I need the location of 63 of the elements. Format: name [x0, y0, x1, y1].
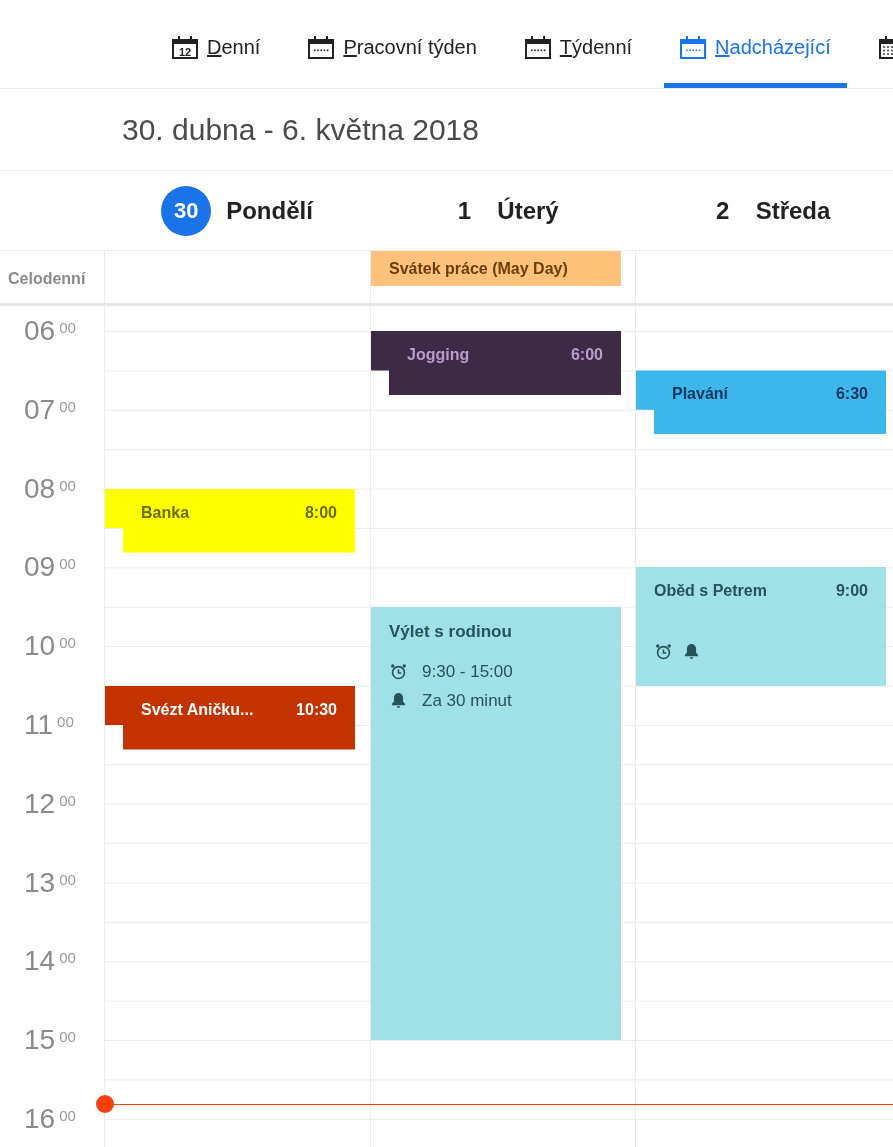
- hour-label: 06: [24, 314, 56, 348]
- all-day-label: Celodenní: [8, 270, 86, 288]
- view-tab[interactable]: Nadcházející: [664, 0, 847, 88]
- day-name: Pondělí: [226, 196, 313, 225]
- event-title: Jogging: [407, 345, 470, 365]
- minute-label: 00: [59, 791, 76, 810]
- minute-label: 00: [59, 397, 76, 416]
- hour-label: 13: [24, 865, 56, 900]
- hour-label: 12: [24, 786, 56, 821]
- minute-label: 00: [59, 1028, 76, 1047]
- minute-label: 00: [59, 870, 76, 889]
- event-title: Svézt Aničku...: [141, 699, 254, 720]
- hour-label: 10: [24, 629, 56, 664]
- calendar-event[interactable]: Výlet s rodinou 9:30 - 15:00 Za 30 minut: [371, 606, 621, 1041]
- calendar-event[interactable]: Jogging 6:00: [371, 331, 621, 395]
- view-tab[interactable]: Pracovní týden: [292, 0, 493, 88]
- hour-label: 09: [24, 550, 56, 585]
- event-title: Banka: [141, 502, 190, 523]
- hour-label: 16: [24, 1101, 56, 1136]
- minute-label: 00: [59, 319, 76, 337]
- event-time: 9:30 - 15:00: [422, 660, 513, 683]
- bell-icon: [390, 692, 407, 710]
- hour-label: 11: [24, 708, 54, 742]
- minute-label: 00: [59, 1106, 76, 1125]
- date-range-title: 30. dubna - 6. května 2018: [122, 112, 479, 147]
- alarm-clock-icon: [390, 663, 407, 681]
- bell-icon: [683, 643, 700, 661]
- event-title: Výlet s rodinou: [388, 620, 513, 643]
- hour-label: 07: [24, 392, 56, 427]
- view-tab[interactable]: 12 Denní: [156, 0, 277, 88]
- hour-label: 08: [24, 471, 56, 506]
- event-time: 6:00: [570, 345, 603, 365]
- calendar-icon: 12: [172, 35, 198, 59]
- minute-label: 00: [59, 476, 76, 495]
- calendar-icon: [680, 35, 707, 59]
- current-time-dot: [96, 1095, 114, 1113]
- calendar-event[interactable]: Banka 8:00: [105, 488, 355, 553]
- view-tab[interactable]: Týdenní: [508, 0, 649, 88]
- calendar-icon: [308, 35, 335, 59]
- minute-label: 00: [57, 713, 74, 731]
- event-time: 8:00: [304, 502, 337, 523]
- calendar-event[interactable]: Svézt Aničku... 10:30: [105, 685, 355, 750]
- minute-label: 00: [59, 634, 76, 653]
- day-number: 1: [456, 195, 472, 226]
- event-title: Oběd s Petrem: [654, 581, 767, 602]
- event-title: Plavání: [672, 384, 729, 405]
- alarm-clock-icon: [655, 643, 672, 661]
- day-name: Úterý: [497, 196, 559, 225]
- all-day-event[interactable]: Svátek práce (May Day): [371, 251, 621, 286]
- event-time: 6:30: [835, 384, 868, 405]
- calendar-event[interactable]: Oběd s Petrem 9:00: [636, 567, 886, 686]
- calendar-event[interactable]: Plavání 6:30: [636, 370, 886, 435]
- hour-label: 14: [24, 944, 56, 979]
- event-time: 10:30: [296, 699, 337, 720]
- day-number: 2: [714, 195, 731, 226]
- hour-label: 15: [24, 1023, 56, 1058]
- day-name: Středa: [755, 196, 831, 225]
- minute-label: 00: [59, 949, 76, 968]
- calendar-icon: [524, 35, 551, 59]
- today-date-badge: 30: [161, 185, 212, 236]
- event-time: 9:00: [835, 581, 868, 602]
- reminder-text: Za 30 minut: [422, 689, 512, 712]
- minute-label: 00: [59, 555, 76, 574]
